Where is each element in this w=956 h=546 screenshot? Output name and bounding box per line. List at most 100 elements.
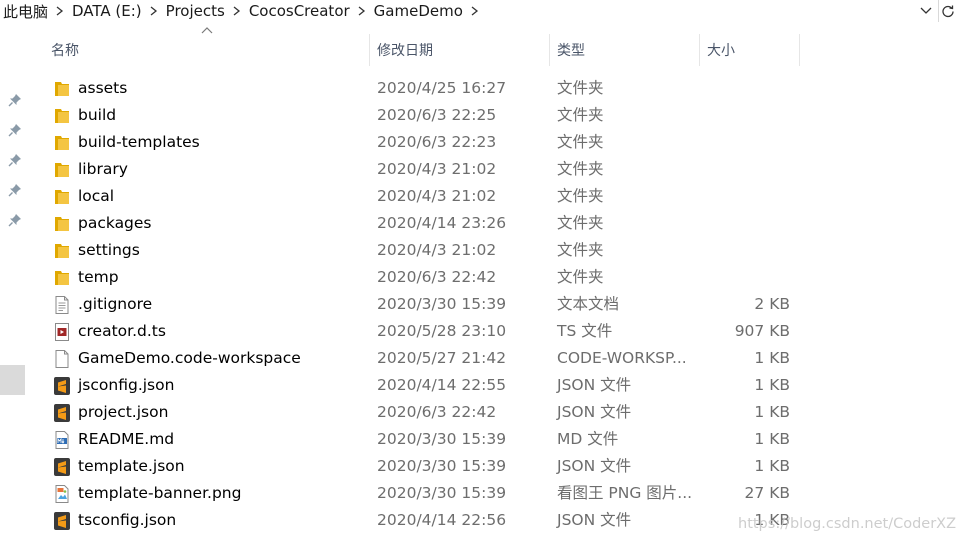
refresh-button[interactable] — [938, 0, 956, 22]
file-size: 2 KB — [754, 295, 790, 313]
file-type: 文件夹 — [557, 79, 604, 97]
breadcrumb-drive[interactable]: DATA (E:) — [69, 2, 145, 20]
folder-icon — [52, 133, 72, 153]
file-row[interactable]: settings 2020/4/3 21:02 文件夹 — [50, 237, 800, 264]
folder-icon — [52, 268, 72, 288]
file-size — [690, 102, 790, 129]
file-row[interactable]: build-templates 2020/6/3 22:23 文件夹 — [50, 129, 800, 156]
file-row[interactable]: library 2020/4/3 21:02 文件夹 — [50, 156, 800, 183]
file-size — [690, 156, 790, 183]
breadcrumb-this-pc[interactable]: 此电脑 — [0, 1, 51, 22]
ts-file-icon — [52, 322, 72, 342]
file-row[interactable]: local 2020/4/3 21:02 文件夹 — [50, 183, 800, 210]
file-name[interactable]: GameDemo.code-workspace — [78, 345, 301, 372]
pin-icon[interactable] — [7, 92, 23, 108]
file-modified-date: 2020/4/3 21:02 — [377, 187, 497, 205]
file-name[interactable]: creator.d.ts — [78, 318, 166, 345]
pin-icon[interactable] — [7, 152, 23, 168]
column-header-size[interactable]: 大小 — [699, 30, 799, 70]
file-size: 1 KB — [754, 349, 790, 367]
file-type: JSON 文件 — [557, 376, 632, 394]
file-modified-date: 2020/4/14 22:55 — [377, 376, 507, 394]
file-name[interactable]: build-templates — [78, 129, 200, 156]
file-size: 907 KB — [734, 322, 790, 340]
navigation-pane — [0, 22, 28, 546]
file-modified-date: 2020/4/3 21:02 — [377, 160, 497, 178]
file-row[interactable]: temp 2020/6/3 22:42 文件夹 — [50, 264, 800, 291]
file-row[interactable]: packages 2020/4/14 23:26 文件夹 — [50, 210, 800, 237]
file-name[interactable]: library — [78, 156, 128, 183]
file-row[interactable]: template.json 2020/3/30 15:39 JSON 文件 1 KB — [50, 453, 800, 480]
address-history-dropdown[interactable] — [916, 0, 936, 22]
file-modified-date: 2020/5/27 21:42 — [377, 349, 507, 367]
file-size: 1 KB — [754, 457, 790, 475]
file-type: 文件夹 — [557, 241, 604, 259]
file-modified-date: 2020/4/3 21:02 — [377, 241, 497, 259]
file-modified-date: 2020/3/30 15:39 — [377, 295, 507, 313]
breadcrumb-cocoscreator[interactable]: CocosCreator — [246, 2, 353, 20]
file-name[interactable]: build — [78, 102, 116, 129]
text-file-icon — [52, 295, 72, 315]
watermark: https://blog.csdn.net/CoderXZ — [738, 516, 956, 532]
chevron-right-icon[interactable] — [353, 0, 371, 22]
file-name[interactable]: local — [78, 183, 114, 210]
breadcrumb-gamedemo[interactable]: GameDemo — [371, 2, 466, 20]
column-header-name[interactable]: 名称 — [43, 30, 369, 70]
file-row[interactable]: template-banner.png 2020/3/30 15:39 看图王 PN… — [50, 480, 800, 507]
file-name[interactable]: assets — [78, 75, 127, 102]
file-row[interactable]: README.md 2020/3/30 15:39 MD 文件 1 KB — [50, 426, 800, 453]
file-row[interactable]: build 2020/6/3 22:25 文件夹 — [50, 102, 800, 129]
file-row[interactable]: GameDemo.code-workspace 2020/5/27 21:42 CO… — [50, 345, 800, 372]
nav-selected-item[interactable] — [0, 365, 25, 395]
file-type: 文件夹 — [557, 214, 604, 232]
file-name[interactable]: temp — [78, 264, 119, 291]
folder-icon — [52, 187, 72, 207]
file-row[interactable]: tsconfig.json 2020/4/14 22:56 JSON 文件 1 KB — [50, 507, 800, 534]
sublime-file-icon — [52, 376, 72, 396]
file-name[interactable]: jsconfig.json — [78, 372, 174, 399]
chevron-right-icon[interactable] — [228, 0, 246, 22]
file-name[interactable]: packages — [78, 210, 152, 237]
file-modified-date: 2020/4/14 22:56 — [377, 511, 507, 529]
chevron-right-icon[interactable] — [51, 0, 69, 22]
file-size — [690, 210, 790, 237]
file-name[interactable]: README.md — [78, 426, 174, 453]
file-type: 文件夹 — [557, 187, 604, 205]
file-type: MD 文件 — [557, 430, 619, 448]
file-type: JSON 文件 — [557, 457, 632, 475]
breadcrumb-projects[interactable]: Projects — [163, 2, 228, 20]
column-header-type[interactable]: 类型 — [549, 30, 699, 70]
file-name[interactable]: template.json — [78, 453, 185, 480]
file-name[interactable]: settings — [78, 237, 140, 264]
file-row[interactable]: assets 2020/4/25 16:27 文件夹 — [50, 75, 800, 102]
file-size — [690, 264, 790, 291]
chevron-right-icon[interactable] — [145, 0, 163, 22]
pin-icon[interactable] — [7, 182, 23, 198]
refresh-icon — [941, 5, 954, 18]
file-size: 27 KB — [744, 484, 790, 502]
file-row[interactable]: creator.d.ts 2020/5/28 23:10 TS 文件 907 KB — [50, 318, 800, 345]
file-modified-date: 2020/6/3 22:23 — [377, 133, 497, 151]
file-size — [690, 237, 790, 264]
file-name[interactable]: tsconfig.json — [78, 507, 176, 534]
chevron-right-icon[interactable] — [466, 0, 484, 22]
file-name[interactable]: project.json — [78, 399, 168, 426]
file-type: 文件夹 — [557, 106, 604, 124]
png-file-icon — [52, 484, 72, 504]
column-header-date[interactable]: 修改日期 — [369, 30, 549, 70]
column-divider[interactable] — [799, 34, 800, 66]
file-type: 文件夹 — [557, 268, 604, 286]
file-row[interactable]: project.json 2020/6/3 22:42 JSON 文件 1 KB — [50, 399, 800, 426]
file-type: 看图王 PNG 图片... — [557, 484, 693, 502]
pin-icon[interactable] — [7, 212, 23, 228]
file-size: 1 KB — [754, 376, 790, 394]
file-row[interactable]: jsconfig.json 2020/4/14 22:55 JSON 文件 1 KB — [50, 372, 800, 399]
folder-icon — [52, 214, 72, 234]
file-type: 文件夹 — [557, 160, 604, 178]
sublime-file-icon — [52, 403, 72, 423]
file-name[interactable]: template-banner.png — [78, 480, 241, 507]
file-row[interactable]: .gitignore 2020/3/30 15:39 文本文档 2 KB — [50, 291, 800, 318]
file-name[interactable]: .gitignore — [78, 291, 152, 318]
address-bar[interactable]: 此电脑 DATA (E:) Projects CocosCreator Game… — [0, 0, 956, 22]
pin-icon[interactable] — [7, 122, 23, 138]
